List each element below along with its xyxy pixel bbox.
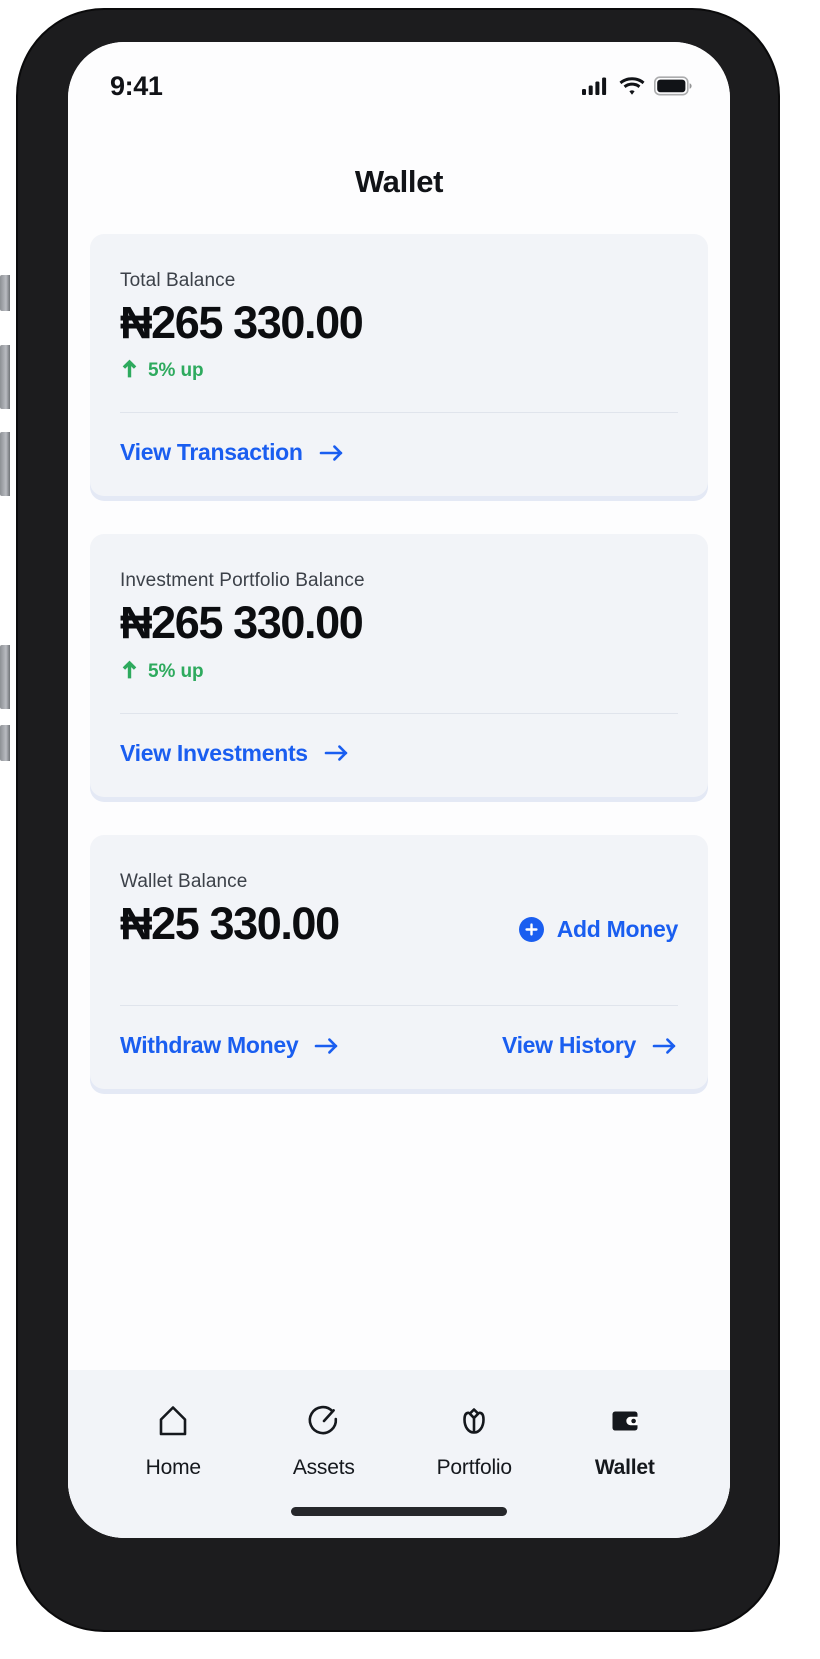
total-balance-card: Total Balance ₦265 330.00 5% up View Tra…: [90, 234, 708, 497]
withdraw-money-link[interactable]: Withdraw Money: [120, 1032, 340, 1059]
card-label: Wallet Balance: [120, 870, 248, 892]
home-indicator[interactable]: [291, 1507, 507, 1516]
card-amount: ₦25 330.00: [120, 897, 340, 949]
tab-label: Assets: [292, 1456, 355, 1479]
gauge-icon: [305, 1400, 343, 1442]
tab-portfolio[interactable]: Portfolio: [399, 1400, 550, 1480]
wallet-icon: [606, 1400, 644, 1442]
home-icon: [154, 1400, 192, 1442]
tab-assets[interactable]: Assets: [249, 1400, 400, 1480]
page-title: Wallet: [354, 164, 444, 199]
status-bar: 9:41: [68, 42, 730, 114]
tulip-icon: [455, 1400, 493, 1442]
phone-side-button-lowest: [0, 725, 10, 761]
arrow-right-icon: [314, 1036, 340, 1056]
phone-side-button: [0, 275, 10, 311]
tab-wallet[interactable]: Wallet: [550, 1400, 701, 1480]
link-label: View History: [501, 1032, 636, 1059]
link-label: View Transaction: [120, 439, 303, 466]
arrow-up-icon: [120, 659, 139, 685]
trend-text: 5% up: [148, 660, 204, 682]
wallet-action-row: Withdraw Money View History: [120, 1032, 678, 1059]
arrow-right-icon: [324, 743, 350, 763]
tab-label: Wallet: [594, 1456, 655, 1479]
phone-volume-up-button: [0, 345, 10, 409]
plus-circle-icon: [518, 917, 544, 943]
tab-label: Home: [145, 1456, 201, 1479]
view-investments-link[interactable]: View Investments: [120, 740, 350, 767]
card-divider: [120, 1005, 678, 1007]
view-history-link[interactable]: View History: [502, 1032, 678, 1059]
wallet-amount-row: ₦25 330.00 Add Money: [120, 893, 678, 949]
cellular-signal-icon: [582, 76, 610, 96]
card-action-row: View Investments: [120, 740, 678, 767]
link-label: Withdraw Money: [120, 1032, 299, 1059]
card-divider: [120, 712, 678, 714]
investment-portfolio-card: Investment Portfolio Balance ₦265 330.00…: [90, 534, 708, 797]
wallet-screen: 9:41 Wallet Total Balance ₦265 330.00 5%…: [68, 42, 730, 1538]
trend-text: 5% up: [148, 360, 204, 382]
tab-home[interactable]: Home: [98, 1400, 249, 1480]
phone-screen: 9:41 Wallet Total Balance ₦265 330.00 5%…: [68, 42, 730, 1538]
phone-frame: 9:41 Wallet Total Balance ₦265 330.00 5%…: [18, 10, 778, 1630]
card-label: Investment Portfolio Balance: [120, 570, 365, 592]
arrow-up-icon: [120, 358, 139, 384]
status-icons-group: [582, 76, 692, 96]
arrow-right-icon: [319, 443, 345, 463]
arrow-right-icon: [652, 1036, 678, 1056]
trend-indicator: 5% up: [120, 358, 678, 384]
card-amount: ₦265 330.00: [120, 297, 364, 348]
view-transaction-link[interactable]: View Transaction: [120, 439, 345, 466]
link-label: View Investments: [120, 739, 308, 766]
battery-icon: [654, 76, 692, 96]
tab-label: Portfolio: [436, 1456, 512, 1479]
phone-volume-down-button: [0, 432, 10, 496]
status-time: 9:41: [110, 70, 163, 101]
add-money-button[interactable]: Add Money: [518, 916, 679, 943]
card-label: Total Balance: [120, 270, 236, 291]
wifi-icon: [619, 76, 645, 96]
card-divider: [120, 412, 678, 414]
trend-indicator: 5% up: [120, 659, 678, 685]
phone-side-button-lower: [0, 645, 10, 709]
card-action-row: View Transaction: [120, 439, 678, 466]
card-amount: ₦265 330.00: [120, 597, 364, 649]
add-money-label: Add Money: [556, 916, 679, 943]
wallet-content: Total Balance ₦265 330.00 5% up View Tra…: [68, 200, 730, 1370]
phone-mockup-stage: 9:41 Wallet Total Balance ₦265 330.00 5%…: [0, 0, 820, 1659]
wallet-balance-card: Wallet Balance ₦25 330.00 Add Money With…: [90, 834, 708, 1090]
